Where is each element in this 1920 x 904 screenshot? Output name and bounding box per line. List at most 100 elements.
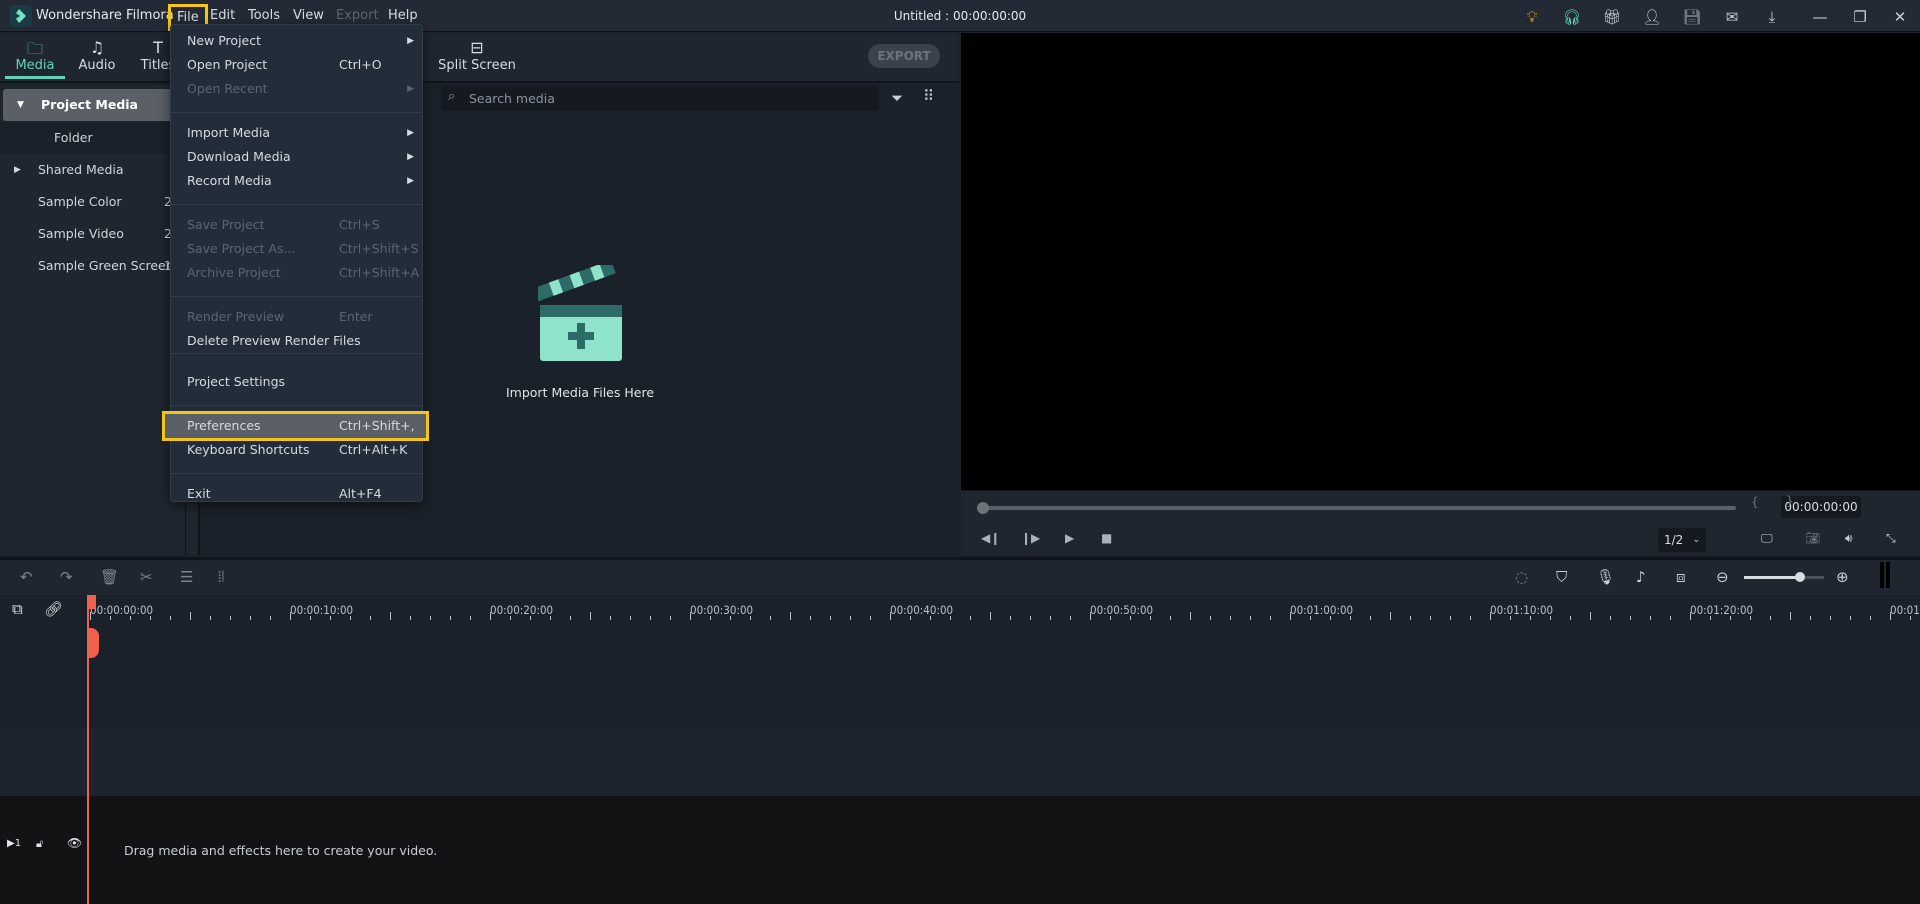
media-tabs-bar: 🗀 Media ♫ Audio T Titles ⊟ Split Screen EXPO… — [0, 33, 959, 83]
zoom-in-icon[interactable]: ⊕ — [1836, 568, 1849, 586]
menu-item-preferences[interactable]: Preferences Ctrl+Shift+, — [162, 411, 429, 441]
ruler-tick — [890, 612, 891, 620]
stop-icon[interactable]: ■ — [1101, 531, 1112, 545]
minimize-icon[interactable]: — — [1809, 6, 1831, 28]
menu-item-keyboard-shortcuts[interactable]: Keyboard Shortcuts Ctrl+Alt+K — [171, 438, 422, 462]
timeline-track-area[interactable] — [0, 627, 1920, 728]
add-track-icon[interactable]: ⧉ — [12, 600, 23, 618]
split-screen-icon: ⊟ — [470, 38, 484, 57]
ruler-tick — [850, 616, 851, 620]
gift-icon[interactable]: 🎁︎ — [1601, 6, 1623, 28]
volume-icon[interactable]: 🔊︎ — [1845, 531, 1853, 546]
filter-icon[interactable]: ⏷ — [891, 89, 903, 107]
playback-quality-select[interactable]: 1/2 ⌄ — [1658, 528, 1706, 552]
save-icon[interactable]: 💾︎ — [1681, 6, 1703, 28]
ruler-tick — [130, 616, 131, 620]
next-frame-icon[interactable]: ❙▶︎ — [1021, 531, 1040, 545]
snapshot-icon[interactable]: 📷︎ — [1805, 531, 1820, 545]
undo-icon[interactable]: ↶ — [20, 568, 33, 586]
playhead-top[interactable] — [87, 595, 96, 609]
audio-waveform-icon[interactable]: ⦙⦚ — [218, 568, 225, 586]
preview-controls: { } 00:00:00:00 ◀︎❙ ❙▶︎ ▶ ■ 1/2⌄ 🖵︎ 📷︎ 🔊… — [961, 490, 1920, 555]
menu-item-archive-project[interactable]: Archive Project Ctrl+Shift+A — [171, 261, 422, 285]
playhead-handle[interactable] — [87, 628, 99, 658]
sidebar-item-folder[interactable]: Folder — [0, 122, 186, 154]
panel-resize-handle[interactable] — [1880, 562, 1890, 588]
headset-icon[interactable]: 🎧︎ — [1561, 6, 1583, 28]
ruler-tick — [790, 612, 791, 620]
ruler-tick — [1810, 616, 1811, 620]
ruler-tick — [1450, 616, 1451, 620]
media-library-sidebar: ▼ Project Media Folder ▶ Shared Media Samp… — [0, 85, 189, 627]
music-note-icon: ♫ — [89, 38, 105, 57]
menu-item-open-recent[interactable]: Open Recent ▶ — [171, 77, 422, 101]
timeline-track-area[interactable] — [0, 728, 1920, 796]
ruler-tick — [1790, 612, 1791, 620]
scrubber-handle[interactable] — [977, 502, 989, 514]
ruler-tick — [570, 616, 571, 620]
menu-item-record-media[interactable]: Record Media ▶ — [171, 169, 422, 193]
sidebar-item-shared-media[interactable]: ▶ Shared Media — [0, 154, 186, 186]
sidebar-item-sample-green-screen[interactable]: Sample Green Screen 1 — [0, 250, 186, 282]
redo-icon[interactable]: ↷ — [60, 568, 73, 586]
ruler-tick — [450, 616, 451, 620]
account-icon[interactable]: 👤︎ — [1641, 6, 1663, 28]
zoom-out-icon[interactable]: ⊖ — [1716, 568, 1729, 586]
previous-frame-icon[interactable]: ◀︎❙ — [981, 531, 1000, 545]
microphone-icon[interactable]: 🎙︎ — [1596, 568, 1615, 586]
timeline-ruler[interactable]: ⧉ 🔗︎ 00:00:00:00 00:00:10:00 00:00:20:00 00… — [0, 595, 1920, 627]
ruler-tick — [1110, 616, 1111, 620]
menu-item-save-project[interactable]: Save Project Ctrl+S — [171, 213, 422, 237]
fullscreen-icon[interactable]: ⤡ — [1886, 531, 1896, 546]
close-icon[interactable]: ✕ — [1889, 6, 1911, 28]
sidebar-item-sample-color[interactable]: Sample Color 2 — [0, 186, 186, 218]
play-icon[interactable]: ▶ — [1065, 531, 1074, 545]
tab-audio[interactable]: ♫ Audio — [67, 38, 127, 73]
tab-split-screen[interactable]: ⊟ Split Screen — [437, 38, 517, 73]
menu-item-open-project[interactable]: Open Project Ctrl+O — [171, 53, 422, 77]
render-preview-icon[interactable]: ◌ — [1515, 568, 1528, 586]
video-track-icon: ▶︎1 — [7, 838, 22, 849]
adjust-icon[interactable]: ☰ — [180, 568, 193, 586]
audio-mixer-icon[interactable]: ♪ — [1636, 568, 1646, 586]
grid-view-icon[interactable]: ⠿ — [923, 87, 934, 105]
display-settings-icon[interactable]: 🖵︎ — [1761, 531, 1773, 546]
delete-icon[interactable]: 🗑︎ — [100, 568, 119, 586]
menu-item-download-media[interactable]: Download Media ▶ — [171, 145, 422, 169]
ruler-tick — [590, 612, 591, 620]
ruler-tick — [90, 612, 91, 620]
label: Project Media — [41, 97, 138, 112]
fit-timeline-icon[interactable]: ⧈ — [1676, 568, 1686, 586]
menu-item-exit[interactable]: Exit Alt+F4 — [171, 482, 422, 506]
timeline-zoom-slider[interactable] — [1744, 572, 1824, 582]
sidebar-item-project-media[interactable]: ▼ Project Media — [3, 89, 189, 121]
lightbulb-icon[interactable]: 💡︎ — [1521, 6, 1543, 28]
eye-icon[interactable]: 👁︎ — [67, 836, 82, 850]
menu-item-import-media[interactable]: Import Media ▶ — [171, 121, 422, 145]
mark-in-icon[interactable]: { — [1751, 495, 1759, 509]
menu-item-save-project-as[interactable]: Save Project As... Ctrl+Shift+S — [171, 237, 422, 261]
search-input[interactable]: Search media — [441, 86, 879, 111]
ruler-label: 00:01:10:00 — [1490, 603, 1554, 617]
mark-out-icon[interactable]: } — [1786, 494, 1794, 508]
import-media-label[interactable]: Import Media Files Here — [440, 385, 720, 400]
menu-item-project-settings[interactable]: Project Settings — [171, 370, 422, 394]
link-icon[interactable]: 🔗︎ — [44, 600, 63, 618]
zoom-slider-handle[interactable] — [1795, 572, 1805, 582]
lock-icon[interactable]: 🔓︎ — [36, 837, 43, 851]
sidebar-item-sample-video[interactable]: Sample Video 2 — [0, 218, 186, 250]
mail-icon[interactable]: ✉ — [1721, 6, 1743, 28]
menu-item-delete-preview-render-files[interactable]: Delete Preview Render Files — [171, 329, 422, 353]
tab-media[interactable]: 🗀 Media — [5, 38, 65, 79]
cut-icon[interactable]: ✂ — [140, 568, 153, 586]
preview-scrubber[interactable] — [981, 506, 1736, 510]
menu-item-render-preview[interactable]: Render Preview Enter — [171, 305, 422, 329]
download-icon[interactable]: ⤓ — [1761, 6, 1783, 28]
menu-item-new-project[interactable]: New Project ▶ — [171, 29, 422, 53]
marker-icon[interactable]: ⛉ — [1556, 568, 1567, 586]
clapperboard-plus-icon[interactable] — [538, 265, 624, 361]
restore-icon[interactable]: ❐ — [1849, 6, 1871, 28]
export-button[interactable]: EXPORT — [868, 44, 940, 68]
ruler-tick — [1010, 616, 1011, 620]
ruler-tick — [1030, 616, 1031, 620]
